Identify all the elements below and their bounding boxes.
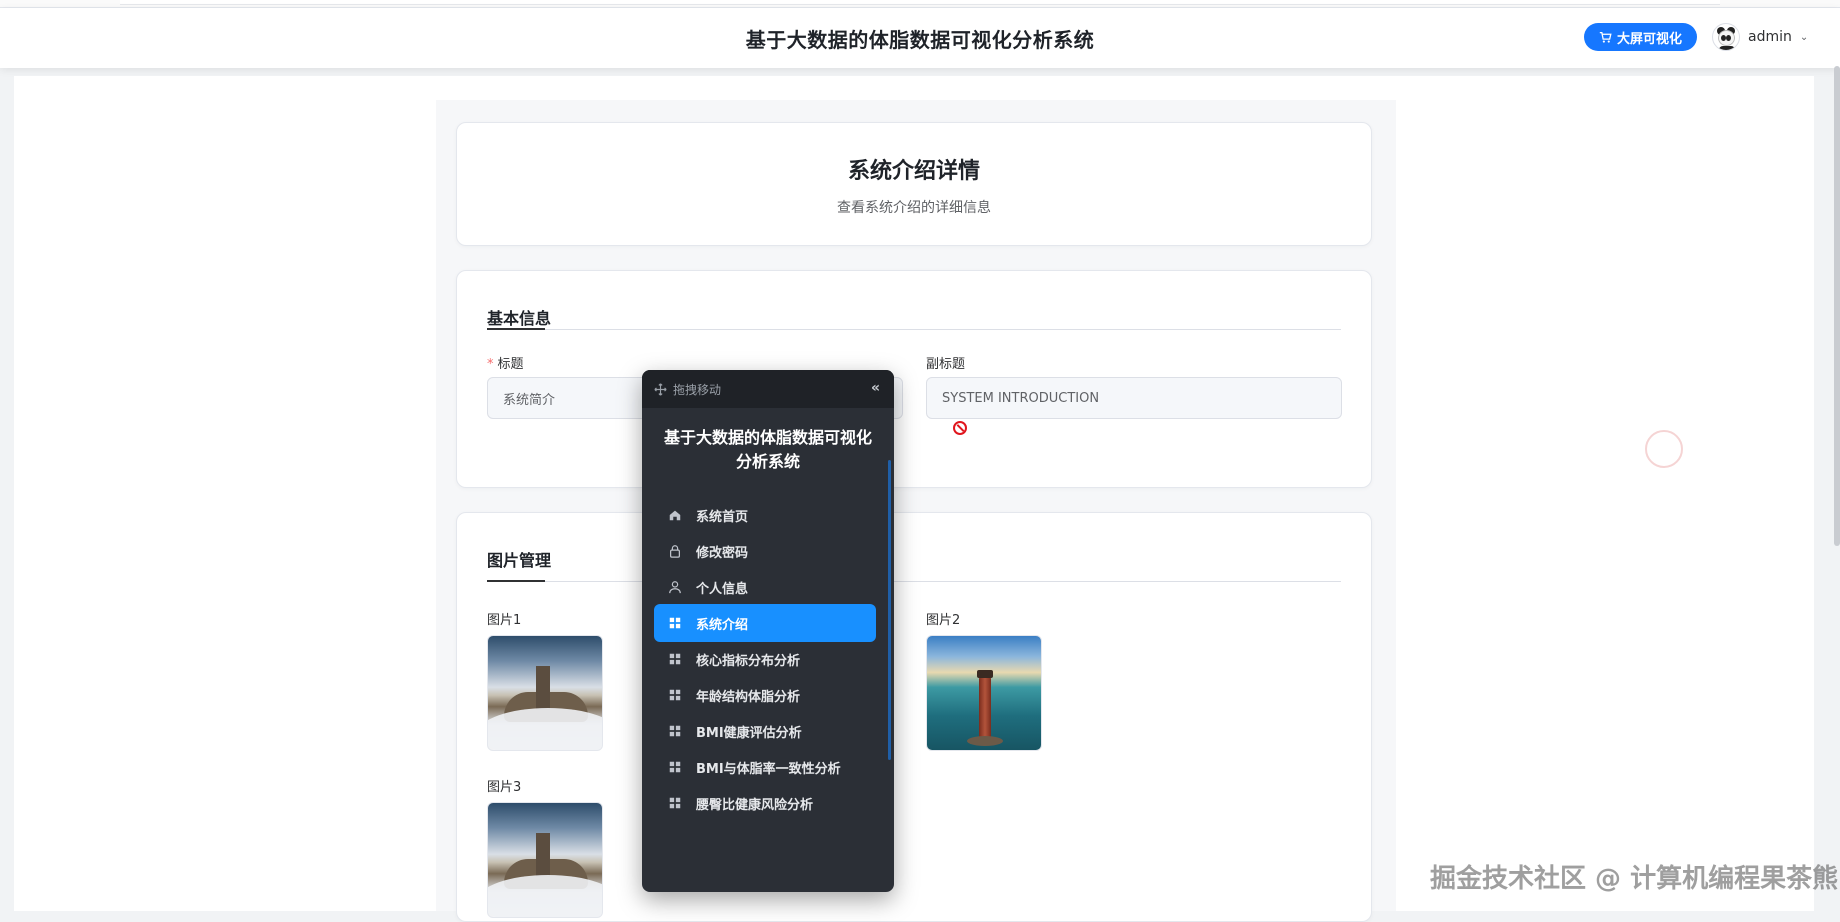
section-divider-accent	[487, 328, 545, 330]
image-thumbnail[interactable]	[926, 635, 1042, 751]
nav-title: 基于大数据的体脂数据可视化分析系统	[663, 428, 872, 471]
username[interactable]: admin	[1748, 29, 1792, 45]
drag-handle[interactable]: 拖拽移动 «	[642, 370, 894, 408]
section-divider-accent	[487, 580, 545, 582]
nav-item-bmi-health[interactable]: BMI健康评估分析	[654, 712, 876, 750]
browser-tab-bar	[120, 0, 1720, 5]
image-fog	[488, 708, 602, 750]
nav-scrollbar[interactable]	[888, 460, 891, 760]
lock-icon	[670, 545, 680, 558]
watermark: 掘金技术社区 @ 计算机编程果茶熊	[1430, 864, 1839, 894]
title-label-text: 标题	[497, 357, 524, 372]
drag-label: 拖拽移动	[673, 382, 722, 397]
subtitle-label: 副标题	[926, 357, 966, 372]
floating-nav-panel[interactable]: 拖拽移动 « 基于大数据的体脂数据可视化分析系统 系统首页 修改密码 个人信息 …	[642, 370, 894, 892]
nav-item-change-password[interactable]: 修改密码	[654, 532, 876, 570]
grid-icon	[669, 617, 681, 629]
nav-item-waist-hip[interactable]: 腰臀比健康风险分析	[654, 784, 876, 822]
image-thumbnail[interactable]	[487, 802, 603, 918]
basic-info-card: 基本信息 * 标题 系统简介 副标题 SYSTEM INTRODUCTION	[456, 270, 1372, 488]
cart-icon	[1599, 31, 1612, 43]
section-title-images: 图片管理	[487, 551, 552, 570]
image-lighthouse-base	[967, 736, 1003, 746]
nav-item-bmi-bodyfat[interactable]: BMI与体脂率一致性分析	[654, 748, 876, 786]
image-lighthouse-top	[977, 670, 993, 678]
image-label: 图片2	[926, 613, 961, 628]
nav-item-label: 系统介绍	[696, 617, 749, 633]
image-tower	[536, 833, 550, 877]
chevron-down-icon[interactable]: ⌄	[1800, 32, 1808, 43]
avatar-eye-right	[1726, 35, 1731, 41]
home-icon	[669, 510, 681, 521]
section-divider	[487, 328, 1341, 330]
page-scrollbar[interactable]	[1834, 66, 1840, 546]
section-divider	[487, 580, 1341, 582]
nav-item-age-structure[interactable]: 年龄结构体脂分析	[654, 676, 876, 714]
collapse-icon[interactable]: «	[871, 380, 880, 396]
app-title: 基于大数据的体脂数据可视化分析系统	[745, 28, 1095, 52]
nav-item-label: 核心指标分布分析	[696, 653, 801, 669]
image-thumbnail[interactable]	[487, 635, 603, 751]
nav-item-label: 个人信息	[696, 581, 749, 597]
grid-icon	[669, 797, 681, 809]
nav-item-label: 年龄结构体脂分析	[696, 689, 801, 705]
user-menu[interactable]: admin ⌄	[1712, 22, 1808, 52]
browser-top-strip	[0, 0, 1840, 8]
section-title-basic: 基本信息	[487, 309, 552, 328]
grid-icon	[669, 653, 681, 665]
image-label: 图片1	[487, 613, 522, 628]
dashboard-button-label: 大屏可视化	[1616, 31, 1682, 47]
nav-item-profile[interactable]: 个人信息	[654, 568, 876, 606]
nav-item-system-intro[interactable]: 系统介绍	[654, 604, 876, 642]
grid-icon	[669, 725, 681, 737]
image-label: 图片3	[487, 780, 522, 795]
avatar[interactable]	[1712, 23, 1740, 51]
grid-icon	[669, 761, 681, 773]
nav-item-label: 修改密码	[696, 545, 749, 561]
page-header-card: 系统介绍详情 查看系统介绍的详细信息	[456, 122, 1372, 246]
nav-item-label: 腰臀比健康风险分析	[696, 797, 814, 813]
nav-item-home[interactable]: 系统首页	[654, 496, 876, 534]
image-tower	[536, 666, 550, 710]
subtitle-input[interactable]: SYSTEM INTRODUCTION	[926, 377, 1342, 419]
content-wrap: 系统介绍详情 查看系统介绍的详细信息 基本信息 * 标题 系统简介 副标题 SYS…	[436, 100, 1396, 922]
nav-item-core-metrics[interactable]: 核心指标分布分析	[654, 640, 876, 678]
user-icon	[669, 581, 681, 594]
title-label: * 标题	[487, 353, 524, 372]
loading-ring-icon	[1645, 430, 1683, 468]
not-allowed-cursor-icon	[953, 421, 967, 435]
page-subtitle: 查看系统介绍的详细信息	[837, 200, 991, 216]
nav-item-label: BMI与体脂率一致性分析	[696, 761, 841, 777]
image-lighthouse	[979, 676, 991, 742]
grid-icon	[669, 689, 681, 701]
image-management-card: 图片管理 图片1 图片2 图片3	[456, 512, 1372, 922]
image-fog	[488, 875, 602, 917]
required-marker: *	[487, 357, 494, 372]
move-icon	[654, 382, 667, 396]
page-title: 系统介绍详情	[847, 159, 980, 184]
nav-item-label: 系统首页	[696, 509, 749, 525]
avatar-body	[1719, 46, 1735, 50]
top-header: 基于大数据的体脂数据可视化分析系统 大屏可视化 admin ⌄	[0, 8, 1840, 68]
nav-item-label: BMI健康评估分析	[696, 725, 802, 741]
dashboard-button[interactable]: 大屏可视化	[1584, 23, 1697, 51]
